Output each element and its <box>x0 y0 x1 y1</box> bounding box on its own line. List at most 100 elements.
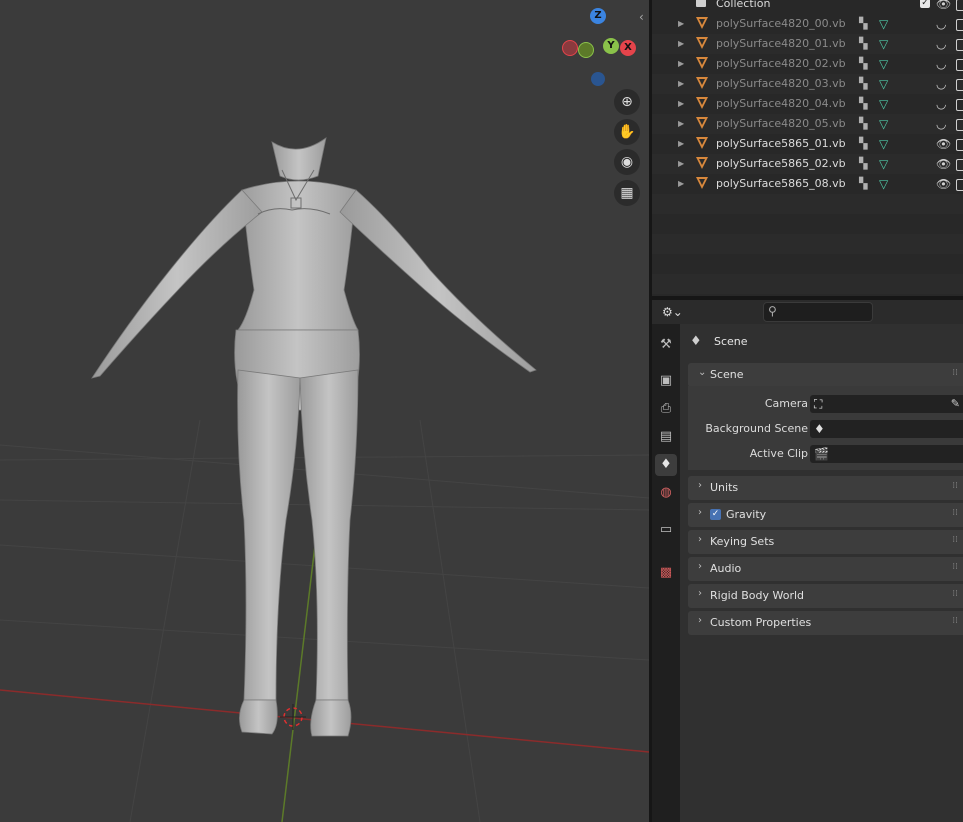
modifier-icon[interactable]: ▚ <box>859 178 871 190</box>
camera-restrict-icon[interactable] <box>956 79 963 91</box>
texture-icon[interactable]: ▩ <box>655 562 677 584</box>
outliner[interactable]: Collection ✓ 👁 ▶ polySurface4820_00.vb ▚ ▽ ◡… <box>652 0 963 296</box>
expand-arrow-icon[interactable]: ▶ <box>678 114 684 134</box>
eye-closed-icon[interactable]: ◡ <box>936 34 946 54</box>
eye-closed-icon[interactable]: ◡ <box>936 114 946 134</box>
3d-viewport[interactable]: Z Y X ⊕ ✋ ◉ ▦ ‹ <box>0 0 649 822</box>
keying-sets-panel[interactable]: › Keying Sets ⁞⁞ <box>688 530 963 554</box>
mesh-data-icon[interactable]: ▽ <box>879 174 888 194</box>
eye-closed-icon[interactable]: ◡ <box>936 14 946 34</box>
scene-panel-header[interactable]: ⌄ Scene ⁞⁞ <box>688 363 963 387</box>
expand-arrow-icon[interactable]: ▶ <box>678 34 684 54</box>
mesh-data-icon[interactable]: ▽ <box>879 34 888 54</box>
gravity-checkbox[interactable]: ✓ <box>710 509 721 520</box>
outliner-object-row[interactable]: ▶ polySurface5865_08.vb ▚ ▽ 👁 <box>652 174 963 194</box>
mesh-data-icon[interactable]: ▽ <box>879 134 888 154</box>
background-scene-field[interactable]: ♦ <box>810 420 963 438</box>
outliner-object-row[interactable]: ▶ polySurface4820_04.vb ▚ ▽ ◡ <box>652 94 963 114</box>
modifier-icon[interactable]: ▚ <box>859 98 871 110</box>
outliner-object-row[interactable]: ▶ polySurface4820_01.vb ▚ ▽ ◡ <box>652 34 963 54</box>
gravity-panel[interactable]: › ✓ Gravity ⁞⁞ <box>688 503 963 527</box>
outliner-object-row[interactable]: ▶ polySurface5865_02.vb ▚ ▽ 👁 <box>652 154 963 174</box>
expand-arrow-icon[interactable]: ▶ <box>678 74 684 94</box>
modifier-icon[interactable]: ▚ <box>859 78 871 90</box>
mesh-data-icon[interactable]: ▽ <box>879 74 888 94</box>
tool-icon[interactable]: ⚒ <box>655 334 677 356</box>
eyedropper-icon[interactable]: ✎ <box>951 395 960 413</box>
hand-pan-icon[interactable]: ✋ <box>614 119 640 145</box>
drag-handle-icon[interactable]: ⁞⁞ <box>952 535 958 545</box>
drag-handle-icon[interactable]: ⁞⁞ <box>952 589 958 599</box>
camera-restrict-icon[interactable] <box>956 39 963 51</box>
mesh-data-icon[interactable]: ▽ <box>879 94 888 114</box>
camera-restrict-icon[interactable] <box>956 19 963 31</box>
eye-closed-icon[interactable]: ◡ <box>936 94 946 114</box>
eye-icon[interactable]: 👁 <box>936 174 951 194</box>
rigid-body-world-panel[interactable]: › Rigid Body World ⁞⁞ <box>688 584 963 608</box>
camera-icon[interactable]: ◉ <box>614 149 640 175</box>
editor-type-button[interactable]: ⚙⌄ <box>662 302 690 322</box>
camera-restrict-icon[interactable] <box>956 119 963 131</box>
drag-handle-icon[interactable]: ⁞⁞ <box>952 368 958 378</box>
camera-restrict-icon[interactable] <box>956 179 963 191</box>
gizmo-x-axis[interactable]: X <box>620 40 636 56</box>
drag-handle-icon[interactable]: ⁞⁞ <box>952 481 958 491</box>
gizmo-y-axis[interactable]: Y <box>603 38 619 54</box>
modifier-icon[interactable]: ▚ <box>859 58 871 70</box>
expand-arrow-icon[interactable]: ▶ <box>678 174 684 194</box>
scene-icon[interactable]: ♦ <box>655 454 677 476</box>
gizmo-neg-y-axis[interactable] <box>578 42 594 58</box>
chevron-left-icon[interactable]: ‹ <box>639 10 644 24</box>
camera-restrict-icon[interactable] <box>956 59 963 71</box>
camera-field[interactable]: ⛶ ✎ <box>810 395 963 413</box>
audio-panel[interactable]: › Audio ⁞⁞ <box>688 557 963 581</box>
eye-icon[interactable]: 👁 <box>936 134 951 154</box>
world-icon[interactable]: ◍ <box>655 482 677 504</box>
modifier-icon[interactable]: ▚ <box>859 138 871 150</box>
camera-restrict-icon[interactable] <box>956 99 963 111</box>
render-icon[interactable]: ▣ <box>655 370 677 392</box>
outliner-object-row[interactable]: ▶ polySurface4820_00.vb ▚ ▽ ◡ <box>652 14 963 34</box>
active-clip-field[interactable]: 🎬 <box>810 445 963 463</box>
gizmo-z-axis[interactable]: Z <box>590 8 606 24</box>
drag-handle-icon[interactable]: ⁞⁞ <box>952 616 958 626</box>
drag-handle-icon[interactable]: ⁞⁞ <box>952 562 958 572</box>
expand-arrow-icon[interactable]: ▶ <box>678 154 684 174</box>
expand-arrow-icon[interactable]: ▶ <box>678 134 684 154</box>
units-panel[interactable]: › Units ⁞⁞ <box>688 476 963 500</box>
eye-closed-icon[interactable]: ◡ <box>936 54 946 74</box>
exclude-checkbox[interactable]: ✓ <box>920 0 930 8</box>
camera-restrict-icon[interactable] <box>956 159 963 171</box>
modifier-icon[interactable]: ▚ <box>859 118 871 130</box>
collection-icon[interactable]: ▭ <box>655 519 677 541</box>
drag-handle-icon[interactable]: ⁞⁞ <box>952 508 958 518</box>
grid-ortho-icon[interactable]: ▦ <box>614 180 640 206</box>
modifier-icon[interactable]: ▚ <box>859 18 871 30</box>
expand-arrow-icon[interactable]: ▶ <box>678 94 684 114</box>
mesh-data-icon[interactable]: ▽ <box>879 14 888 34</box>
properties-search[interactable]: ⚲ <box>763 302 873 322</box>
eye-icon[interactable]: 👁 <box>936 154 951 174</box>
camera-restrict-icon[interactable] <box>956 0 963 11</box>
search-input[interactable] <box>784 304 872 320</box>
outliner-object-row[interactable]: ▶ polySurface5865_01.vb ▚ ▽ 👁 <box>652 134 963 154</box>
camera-restrict-icon[interactable] <box>956 139 963 151</box>
eye-closed-icon[interactable]: ◡ <box>936 74 946 94</box>
gizmo-neg-x-axis[interactable] <box>562 40 578 56</box>
mesh-data-icon[interactable]: ▽ <box>879 54 888 74</box>
gizmo-neg-z-axis[interactable] <box>591 72 605 86</box>
modifier-icon[interactable]: ▚ <box>859 38 871 50</box>
mesh-data-icon[interactable]: ▽ <box>879 154 888 174</box>
expand-arrow-icon[interactable]: ▶ <box>678 54 684 74</box>
output-icon[interactable]: ⎙ <box>655 398 677 420</box>
mesh-data-icon[interactable]: ▽ <box>879 114 888 134</box>
outliner-object-row[interactable]: ▶ polySurface4820_05.vb ▚ ▽ ◡ <box>652 114 963 134</box>
eye-icon[interactable]: 👁 <box>936 0 951 14</box>
view-layer-icon[interactable]: ▤ <box>655 426 677 448</box>
outliner-object-row[interactable]: ▶ polySurface4820_02.vb ▚ ▽ ◡ <box>652 54 963 74</box>
custom-properties-panel[interactable]: › Custom Properties ⁞⁞ <box>688 611 963 635</box>
zoom-icon[interactable]: ⊕ <box>614 89 640 115</box>
mesh-figure[interactable] <box>0 0 649 822</box>
expand-arrow-icon[interactable]: ▶ <box>678 14 684 34</box>
outliner-object-row[interactable]: ▶ polySurface4820_03.vb ▚ ▽ ◡ <box>652 74 963 94</box>
